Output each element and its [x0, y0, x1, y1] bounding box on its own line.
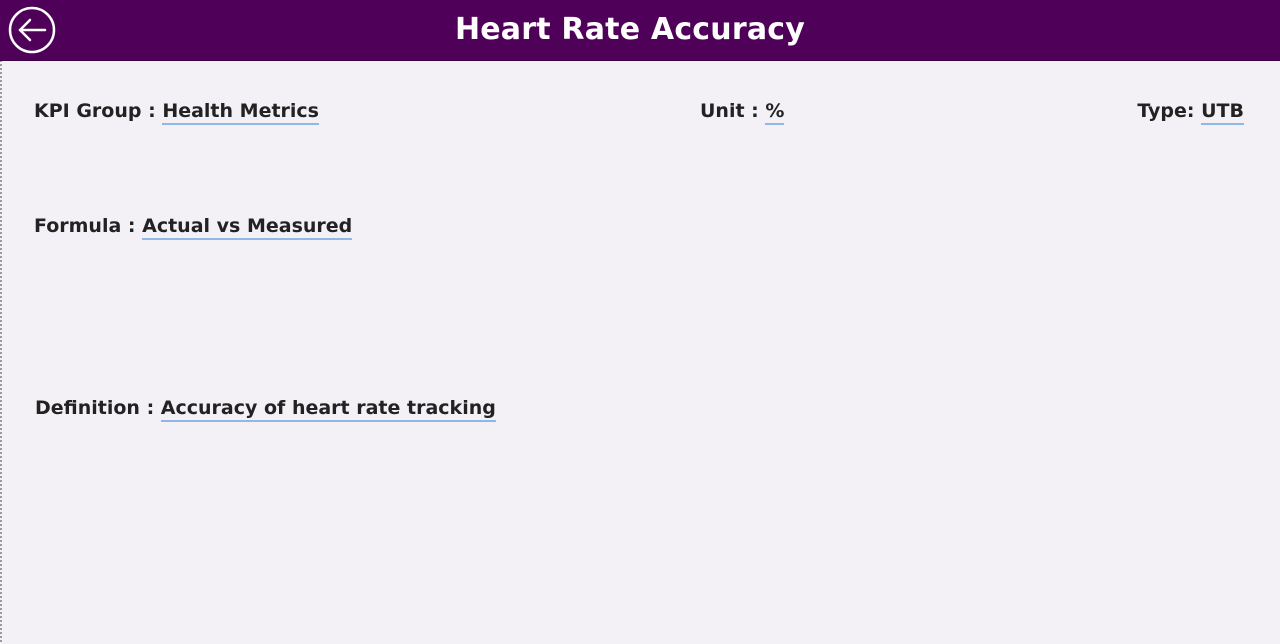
unit-label: Unit : — [700, 100, 766, 122]
definition-field: Definition : Accuracy of heart rate trac… — [35, 397, 496, 422]
kpi-group-label: KPI Group : — [34, 100, 163, 122]
type-field: Type: UTB — [1137, 100, 1244, 125]
type-value: UTB — [1201, 100, 1244, 125]
left-dotted-border — [0, 0, 2, 644]
formula-value: Actual vs Measured — [142, 215, 353, 240]
type-label: Type: — [1137, 100, 1202, 122]
kpi-group-value: Health Metrics — [162, 100, 319, 125]
header-bar: Heart Rate Accuracy — [0, 0, 1280, 61]
definition-label: Definition : — [35, 397, 161, 419]
formula-label: Formula : — [34, 215, 143, 237]
formula-field: Formula : Actual vs Measured — [34, 215, 353, 240]
unit-field: Unit : % — [700, 100, 785, 125]
unit-value: % — [765, 100, 785, 125]
page-title: Heart Rate Accuracy — [454, 12, 806, 47]
definition-value: Accuracy of heart rate tracking — [160, 397, 496, 422]
kpi-group-field: KPI Group : Health Metrics — [34, 100, 319, 125]
